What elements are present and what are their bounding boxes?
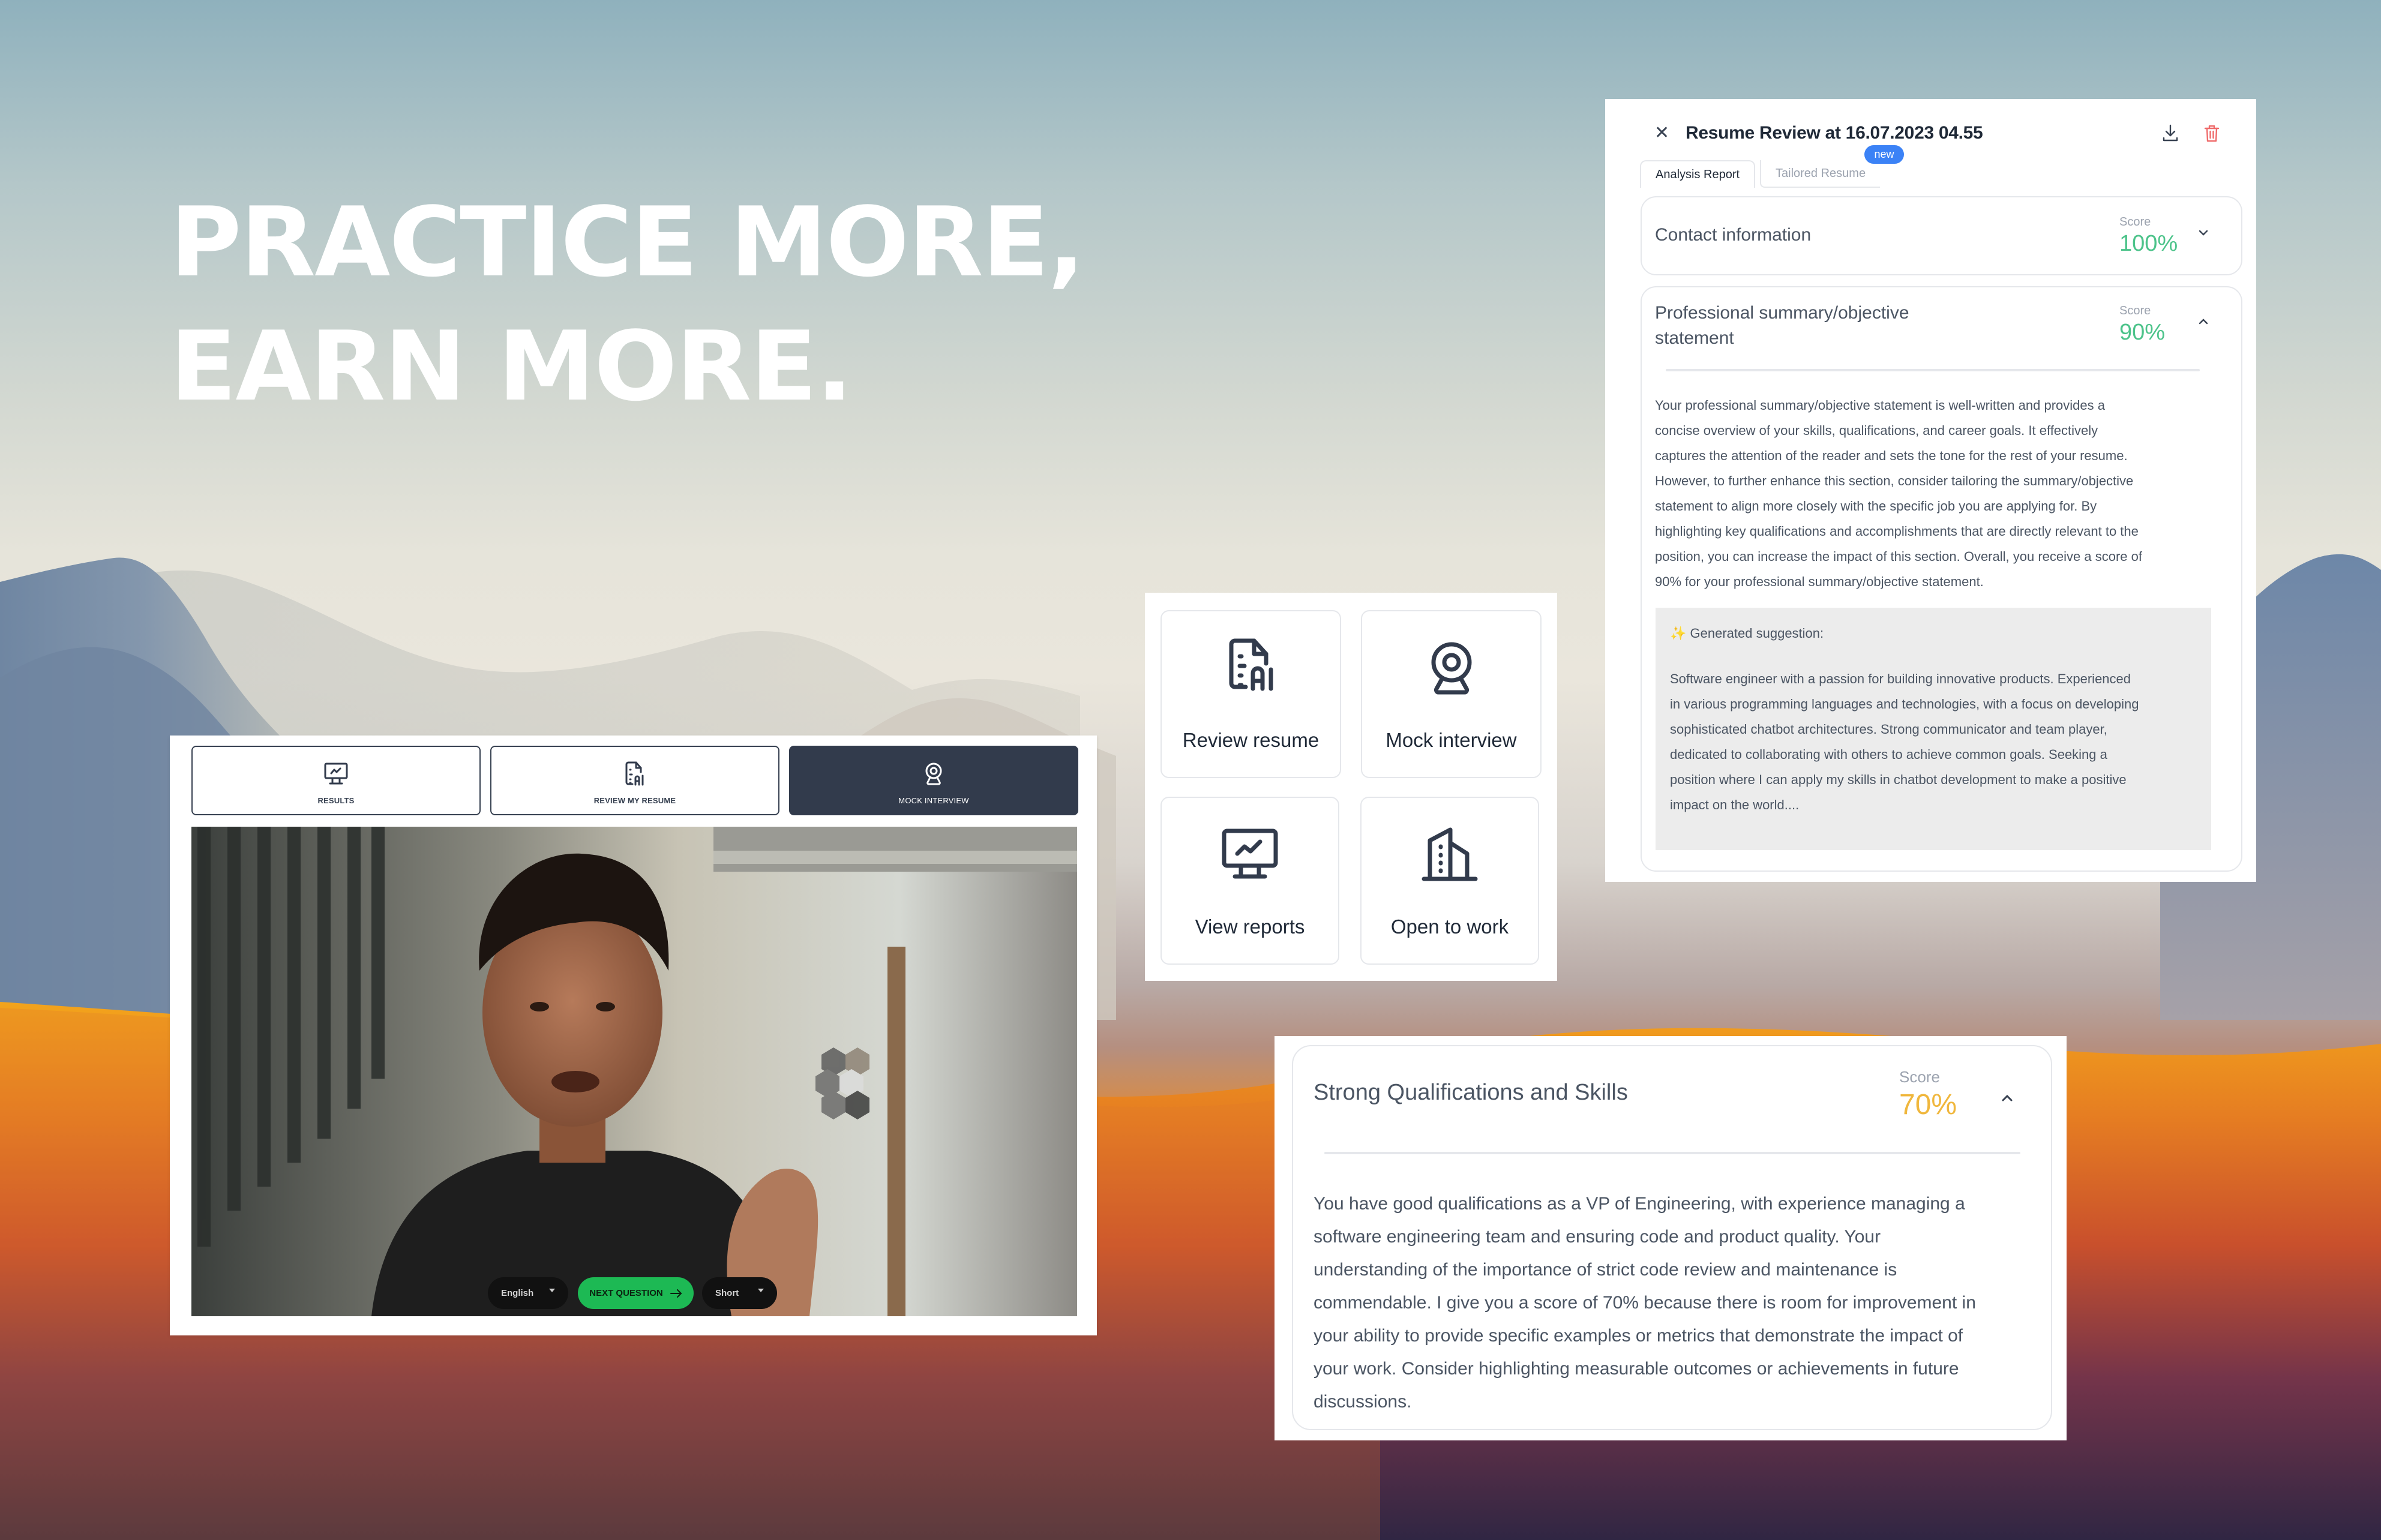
feedback-line: highlighting key qualifications and acco…: [1655, 524, 2139, 539]
feedback-line: your work. Consider highlighting measura…: [1314, 1359, 1959, 1379]
webcam-icon: [925, 763, 942, 785]
sparkles-icon: ✨: [1670, 626, 1687, 641]
next-question-button[interactable]: NEXT QUESTION: [578, 1277, 694, 1309]
feature-label: View reports: [1195, 915, 1305, 938]
tab-mock-interview[interactable]: MOCK INTERVIEW: [789, 746, 1078, 815]
trash-icon[interactable]: [2203, 124, 2220, 143]
close-icon[interactable]: ✕: [1654, 124, 1672, 142]
file-ai-icon: [625, 761, 644, 786]
feedback-line: captures the attention of the reader and…: [1655, 448, 2128, 463]
tab-results[interactable]: RESULTS: [191, 746, 481, 815]
section-title[interactable]: Strong Qualifications and Skills: [1314, 1080, 1628, 1105]
arrow-right-icon: [670, 1289, 682, 1298]
section-title: Contact information: [1655, 225, 1812, 245]
webcam-icon: [1431, 642, 1471, 695]
feedback-line: However, to further enhance this section…: [1655, 473, 2134, 488]
chevron-up-icon[interactable]: [2199, 313, 2208, 329]
feedback-line: understanding of the importance of stric…: [1314, 1260, 1897, 1280]
length-value: Short: [715, 1288, 739, 1298]
chevron-down-icon[interactable]: [2199, 224, 2208, 241]
tab-label: RESULTS: [317, 796, 355, 805]
suggestion-heading-text: Generated suggestion:: [1690, 626, 1824, 641]
score-value: 100%: [2119, 231, 2178, 256]
monitor-chart-icon: [324, 763, 348, 785]
webcam-video-feed[interactable]: [191, 827, 1077, 1316]
review-tabs: Analysis Report Tailored Resume: [1640, 156, 1892, 188]
video-frame: [191, 827, 1077, 1316]
section-feedback: Your professional summary/objective stat…: [1655, 393, 2231, 595]
language-select[interactable]: English: [488, 1277, 568, 1309]
caret-down-icon: [549, 1289, 555, 1292]
generated-suggestion-box: ✨ Generated suggestion: Software enginee…: [1656, 608, 2211, 850]
chevron-up-icon[interactable]: [2001, 1089, 2013, 1106]
score-label: Score: [2119, 215, 2151, 229]
feedback-line: position, you can increase the impact of…: [1655, 549, 2142, 564]
tab-label: MOCK INTERVIEW: [898, 796, 969, 805]
qualification-panel: Strong Qualifications and Skills Score 7…: [1275, 1036, 2067, 1440]
download-icon[interactable]: [2161, 124, 2179, 143]
tab-label: REVIEW MY RESUME: [593, 796, 676, 805]
divider: [1666, 369, 2200, 371]
headline-line-1: PRACTICE MORE,: [170, 186, 1085, 298]
tab-tailored-resume[interactable]: Tailored Resume: [1760, 160, 1881, 188]
mock-interview-panel: RESULTS REVIEW MY RESUME MOCK INTERVIEW: [170, 736, 1097, 1335]
feedback-line: commendable. I give you a score of 70% b…: [1314, 1293, 1976, 1313]
feedback-line: 90% for your professional summary/object…: [1655, 574, 1984, 589]
building-icon: [1422, 827, 1478, 881]
feature-view-reports[interactable]: View reports: [1160, 797, 1339, 965]
feedback-line: discussions.: [1314, 1392, 1412, 1412]
score-label: Score: [2119, 304, 2151, 317]
feedback-line: your ability to provide specific example…: [1314, 1326, 1963, 1346]
score-label: Score: [1899, 1068, 1940, 1086]
suggestion-line: impact on the world....: [1670, 797, 1800, 812]
file-ai-icon: [1229, 638, 1273, 691]
next-question-label: NEXT QUESTION: [589, 1288, 663, 1298]
new-badge: new: [1864, 145, 1904, 164]
language-value: English: [501, 1288, 534, 1298]
monitor-chart-icon: [1222, 828, 1278, 879]
suggestion-line: sophisticated chatbot architectures. Str…: [1670, 722, 2107, 737]
suggestion-text: Software engineer with a passion for bui…: [1670, 667, 2204, 818]
feedback-line: statement to align more closely with the…: [1655, 499, 2097, 514]
tab-analysis-report[interactable]: Analysis Report: [1640, 160, 1756, 188]
feature-label: Mock interview: [1386, 729, 1517, 751]
resume-review-panel: ✕ Resume Review at 16.07.2023 04.55 Anal…: [1605, 99, 2256, 882]
feature-review-resume[interactable]: Review resume: [1160, 610, 1341, 778]
feedback-line: software engineering team and ensuring c…: [1314, 1227, 1881, 1247]
suggestion-line: dedicated to collaborating with others t…: [1670, 747, 2107, 762]
caret-down-icon: [758, 1289, 764, 1292]
headline-line-2: EARN MORE.: [170, 310, 853, 422]
section-card-summary: Professional summary/objective statement…: [1641, 286, 2242, 872]
hero-headline: PRACTICE MORE, EARN MORE.: [170, 180, 1085, 428]
suggestion-line: Software engineer with a passion for bui…: [1670, 671, 2131, 686]
feedback-line: Your professional summary/objective stat…: [1655, 398, 2105, 413]
section-title-line: statement: [1655, 328, 1734, 348]
feedback-line: You have good qualifications as a VP of …: [1314, 1194, 1965, 1214]
suggestion-line: position where I can apply my skills in …: [1670, 772, 2127, 787]
feature-mock-interview[interactable]: Mock interview: [1361, 610, 1542, 778]
divider: [1324, 1152, 2020, 1154]
feedback-line: concise overview of your skills, qualifi…: [1655, 423, 2098, 438]
feature-label: Review resume: [1182, 729, 1320, 751]
review-actions: [2161, 124, 2220, 143]
feature-label: Open to work: [1390, 915, 1509, 938]
review-title: Resume Review at 16.07.2023 04.55: [1686, 123, 1983, 143]
answer-length-select[interactable]: Short: [702, 1277, 777, 1309]
tab-review-my-resume[interactable]: REVIEW MY RESUME: [490, 746, 779, 815]
suggestion-heading: ✨ Generated suggestion:: [1670, 626, 1824, 641]
score-value: 70%: [1899, 1089, 1957, 1121]
suggestion-line: in various programming languages and tec…: [1670, 697, 2139, 712]
section-title-line: Professional summary/objective: [1655, 303, 1909, 323]
section-card-qualifications: Strong Qualifications and Skills Score 7…: [1292, 1045, 2052, 1430]
score-value: 90%: [2119, 320, 2166, 345]
review-header: ✕ Resume Review at 16.07.2023 04.55: [1654, 112, 2220, 154]
section-title[interactable]: Professional summary/objective statement: [1655, 301, 1909, 351]
section-card-contact[interactable]: Contact information Score 100%: [1641, 196, 2242, 275]
feature-grid-panel: Review resume Mock interview View report…: [1145, 593, 1557, 981]
feature-open-to-work[interactable]: Open to work: [1360, 797, 1539, 965]
section-feedback: You have good qualifications as a VP of …: [1314, 1187, 2046, 1418]
